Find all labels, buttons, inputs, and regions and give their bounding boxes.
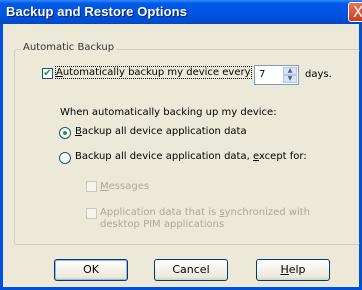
help-button-label: Help [280, 263, 306, 276]
spinner-buttons: ▲ ▼ [283, 67, 297, 83]
messages-checkbox[interactable] [86, 181, 97, 192]
ok-button[interactable]: OK [54, 259, 128, 281]
spin-down-button[interactable]: ▼ [283, 75, 297, 83]
chevron-down-icon: ▼ [287, 75, 293, 82]
interval-unit: days. [305, 69, 332, 80]
interval-value[interactable]: 7 [259, 69, 265, 80]
title-bar[interactable]: Backup and Restore Options X [0, 0, 362, 24]
checkmark-icon: ✔ [43, 68, 52, 79]
auto-backup-label[interactable]: Automatically backup my device every [55, 66, 252, 79]
cancel-button-label: Cancel [172, 263, 210, 276]
window-title: Backup and Restore Options [6, 4, 188, 19]
chevron-up-icon: ▲ [287, 67, 293, 74]
radio-backup-all-label[interactable]: Backup all device application data [75, 126, 247, 137]
radio-backup-all[interactable] [59, 127, 71, 139]
auto-backup-checkbox[interactable]: ✔ [42, 68, 53, 79]
ok-button-label: OK [83, 263, 99, 276]
radio-backup-except-label[interactable]: Backup all device application data, exce… [75, 151, 307, 162]
spin-up-button[interactable]: ▲ [283, 67, 297, 75]
backup-interval-spinner[interactable]: 7 ▲ ▼ [254, 65, 299, 85]
cancel-button[interactable]: Cancel [154, 259, 228, 281]
radio-selected-dot [63, 131, 67, 135]
close-button[interactable]: X [348, 2, 362, 22]
group-label: Automatic Backup [21, 42, 117, 53]
pim-data-label-line1: Application data that is synchronized wi… [100, 207, 311, 218]
when-label: When automatically backing up my device: [60, 107, 277, 118]
pim-data-checkbox[interactable] [86, 208, 97, 219]
pim-data-label-line2: desktop PIM applications [100, 219, 225, 230]
radio-backup-except[interactable] [59, 152, 71, 164]
close-icon: X [352, 3, 362, 21]
messages-label: Messages [100, 181, 150, 192]
help-button[interactable]: Help [256, 259, 330, 281]
